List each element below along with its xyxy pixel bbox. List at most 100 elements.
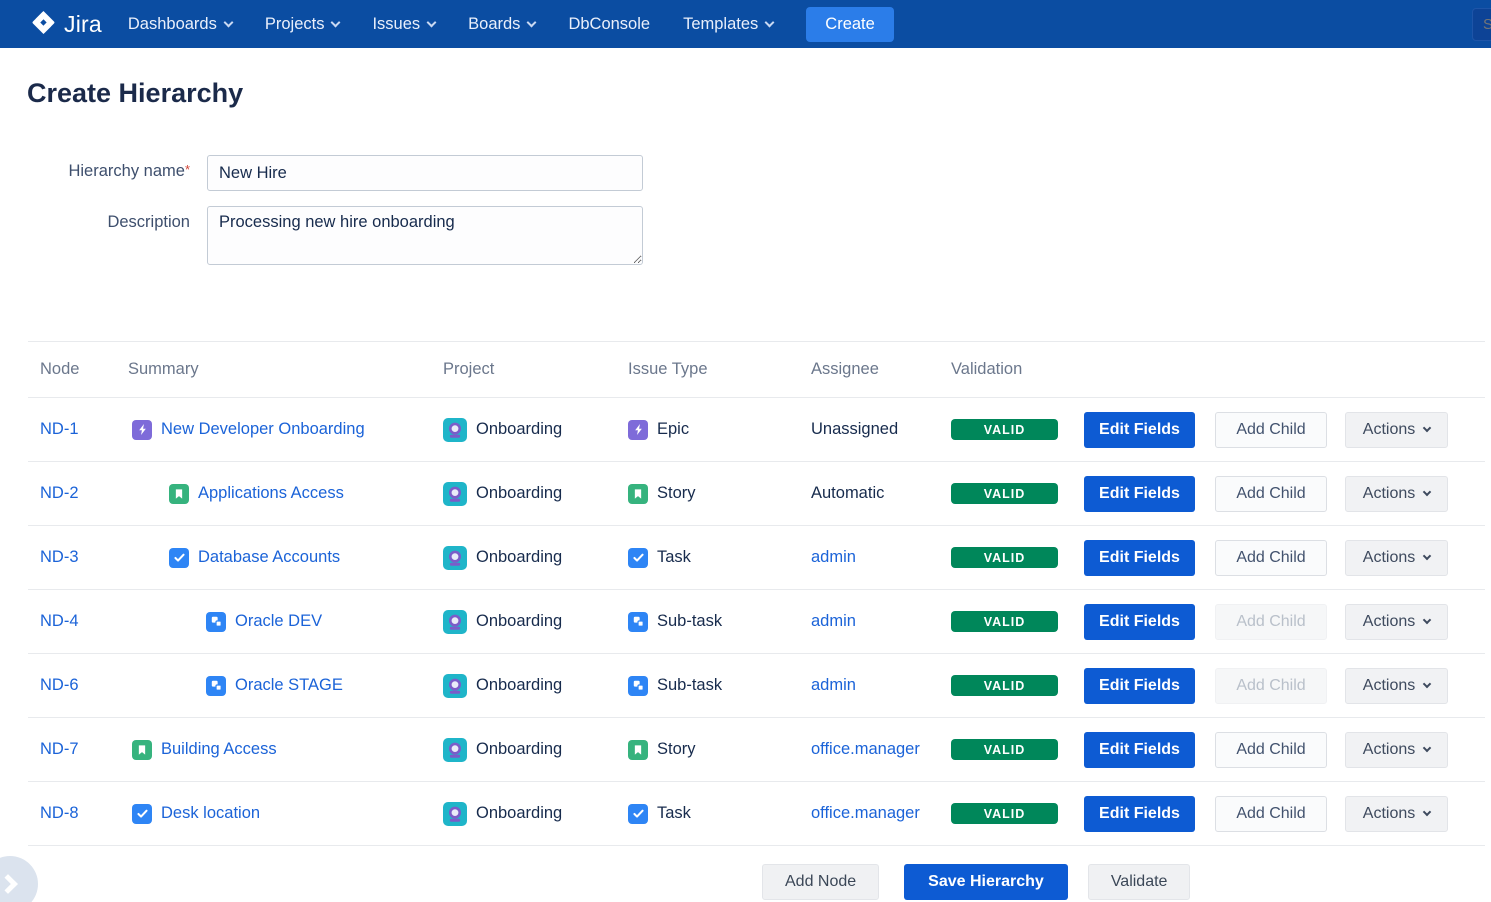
add-child-button[interactable]: Add Child [1215,732,1327,768]
actions-dropdown-button[interactable]: Actions [1345,412,1448,448]
edit-fields-button[interactable]: Edit Fields [1084,668,1195,704]
add-child-button[interactable]: Add Child [1215,796,1327,832]
epic-icon [132,420,152,440]
table-row: ND-2 Applications Access Onboarding Stor… [28,462,1485,526]
node-link[interactable]: ND-2 [40,484,79,502]
save-hierarchy-button[interactable]: Save Hierarchy [904,864,1068,900]
nav-item-dashboards[interactable]: Dashboards [128,15,232,34]
assignee-link[interactable]: admin [811,612,856,630]
epic-icon [628,420,648,440]
nav-item-projects[interactable]: Projects [265,15,340,34]
nav-item-templates[interactable]: Templates [683,15,773,34]
issue-type-cell: Task [628,548,811,568]
issue-type-cell: Task [628,804,811,824]
add-child-button[interactable]: Add Child [1215,412,1327,448]
node-link[interactable]: ND-4 [40,612,79,630]
jira-logo[interactable]: Jira [30,11,102,38]
project-cell: Onboarding [443,738,628,762]
task-icon [169,548,189,568]
node-cell: ND-6 [40,676,128,695]
top-navbar: Jira Dashboards Projects Issues Boards DbCon… [0,0,1491,48]
header-project: Project [443,360,628,379]
issue-type-name: Task [657,548,691,567]
nav-item-dbconsole[interactable]: DbConsole [568,15,650,34]
node-link[interactable]: ND-1 [40,420,79,438]
story-icon [628,484,648,504]
summary-cell: Applications Access [128,484,443,504]
edit-fields-button[interactable]: Edit Fields [1084,412,1195,448]
issue-type-name: Sub-task [657,612,722,631]
summary-link[interactable]: Applications Access [198,484,344,503]
expand-sidebar-button[interactable] [0,856,38,902]
node-link[interactable]: ND-3 [40,548,79,566]
project-avatar-icon [443,610,467,634]
add-child-button[interactable]: Add Child [1215,540,1327,576]
edit-fields-button[interactable]: Edit Fields [1084,540,1195,576]
summary-link[interactable]: New Developer Onboarding [161,420,365,439]
add-child-button[interactable]: Add Child [1215,476,1327,512]
project-name: Onboarding [476,484,562,503]
story-icon [169,484,189,504]
assignee-link[interactable]: office.manager [811,740,920,758]
summary-cell: Desk location [128,804,443,824]
issue-type-name: Story [657,484,696,503]
node-cell: ND-4 [40,612,128,631]
description-textarea[interactable]: Processing new hire onboarding [207,206,643,265]
assignee-link[interactable]: admin [811,676,856,694]
search-input[interactable] [1472,8,1491,41]
validate-button[interactable]: Validate [1088,864,1191,900]
summary-link[interactable]: Building Access [161,740,277,759]
validation-badge: VALID [951,611,1058,632]
assignee-cell: admin [811,676,951,695]
subtask-icon [628,676,648,696]
project-name: Onboarding [476,420,562,439]
validation-cell: VALID [951,739,1084,760]
assignee-cell: Automatic [811,484,951,503]
project-avatar-icon [443,738,467,762]
edit-fields-button[interactable]: Edit Fields [1084,476,1195,512]
task-icon [132,804,152,824]
chevron-down-icon [223,17,233,27]
summary-cell: Database Accounts [128,548,443,568]
assignee-cell: office.manager [811,804,951,823]
assignee-cell: admin [811,612,951,631]
nav-item-issues[interactable]: Issues [372,15,435,34]
header-summary: Summary [128,360,443,379]
hierarchy-table: Node Summary Project Issue Type Assignee… [28,341,1485,846]
node-link[interactable]: ND-8 [40,804,79,822]
summary-link[interactable]: Database Accounts [198,548,340,567]
actions-dropdown-button[interactable]: Actions [1345,668,1448,704]
issue-type-name: Epic [657,420,689,439]
actions-dropdown-button[interactable]: Actions [1345,476,1448,512]
edit-fields-button[interactable]: Edit Fields [1084,732,1195,768]
node-link[interactable]: ND-7 [40,740,79,758]
subtask-icon [628,612,648,632]
nav-item-boards[interactable]: Boards [468,15,535,34]
summary-link[interactable]: Oracle STAGE [235,676,343,695]
issue-type-name: Task [657,804,691,823]
subtask-icon [206,676,226,696]
actions-dropdown-button[interactable]: Actions [1345,796,1448,832]
hierarchy-name-input[interactable] [207,155,643,191]
actions-dropdown-button[interactable]: Actions [1345,540,1448,576]
jira-logo-icon [30,11,57,38]
project-name: Onboarding [476,612,562,631]
project-name: Onboarding [476,804,562,823]
create-button[interactable]: Create [806,7,894,42]
table-row: ND-6 Oracle STAGE Onboarding Sub-task ad… [28,654,1485,718]
issue-type-name: Sub-task [657,676,722,695]
chevron-down-icon [527,17,537,27]
summary-link[interactable]: Oracle DEV [235,612,322,631]
project-cell: Onboarding [443,674,628,698]
edit-fields-button[interactable]: Edit Fields [1084,604,1195,640]
assignee-link[interactable]: admin [811,548,856,566]
actions-dropdown-button[interactable]: Actions [1345,604,1448,640]
project-avatar-icon [443,674,467,698]
actions-dropdown-button[interactable]: Actions [1345,732,1448,768]
node-link[interactable]: ND-6 [40,676,79,694]
project-avatar-icon [443,418,467,442]
assignee-link[interactable]: office.manager [811,804,920,822]
add-node-button[interactable]: Add Node [762,864,879,900]
edit-fields-button[interactable]: Edit Fields [1084,796,1195,832]
summary-link[interactable]: Desk location [161,804,260,823]
